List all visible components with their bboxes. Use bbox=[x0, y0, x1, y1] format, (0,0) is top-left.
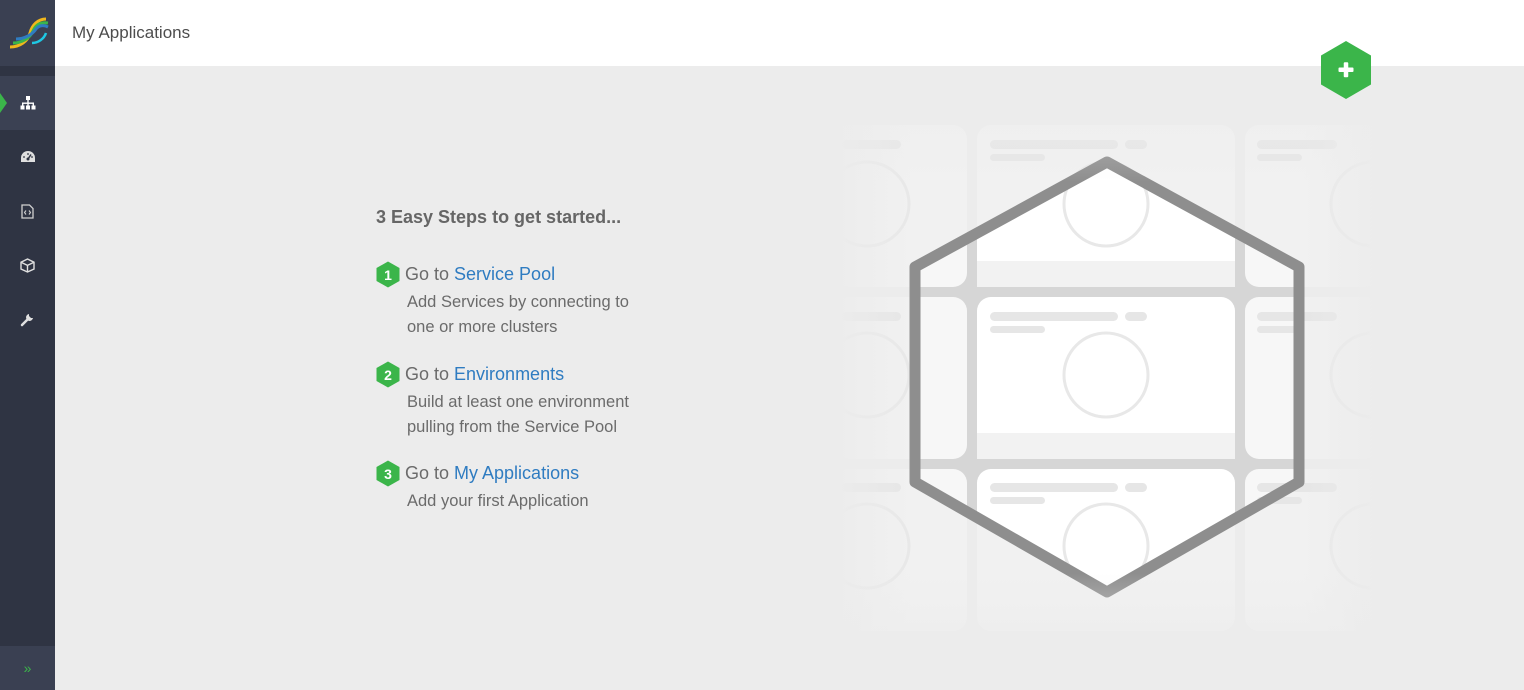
empty-state-illustration bbox=[823, 120, 1417, 635]
step-description: Add your first Application bbox=[407, 492, 589, 510]
code-file-icon bbox=[21, 203, 34, 219]
nav-item-dashboard[interactable] bbox=[0, 130, 55, 184]
step-number-badge: 2 bbox=[376, 361, 400, 388]
steps-heading: 3 Easy Steps to get started... bbox=[376, 207, 622, 227]
add-application-button[interactable] bbox=[1320, 40, 1372, 100]
page-title: My Applications bbox=[72, 23, 191, 42]
double-chevron-right-icon: » bbox=[23, 660, 32, 676]
nav-item-packages[interactable] bbox=[0, 238, 55, 292]
step-description: pulling from the Service Pool bbox=[407, 418, 618, 436]
step-description: one or more clusters bbox=[407, 318, 558, 336]
logo-icon[interactable] bbox=[0, 0, 55, 66]
step-prefix: Go to bbox=[405, 364, 450, 384]
dashboard-icon bbox=[20, 151, 35, 162]
step-prefix: Go to bbox=[405, 463, 450, 483]
step-number-badge: 1 bbox=[376, 261, 400, 288]
sidebar: » bbox=[0, 0, 55, 690]
environments-link[interactable]: Environments bbox=[454, 364, 564, 385]
step-2: 2 Go to Environments Build at least one … bbox=[376, 361, 696, 440]
my-applications-link[interactable]: My Applications bbox=[454, 463, 579, 484]
nav-item-tools[interactable] bbox=[0, 292, 55, 346]
wrench-icon bbox=[20, 313, 33, 326]
nav-item-applications[interactable] bbox=[0, 76, 55, 130]
getting-started-steps: 3 Easy Steps to get started... 1 Go to S… bbox=[376, 207, 629, 510]
sidebar-collapse-button[interactable]: » bbox=[0, 646, 55, 690]
service-pool-link[interactable]: Service Pool bbox=[454, 264, 555, 285]
step-1: 1 Go to Service Pool Add Services by con… bbox=[376, 261, 696, 340]
step-number-badge: 3 bbox=[376, 460, 400, 487]
header: My Applications bbox=[55, 0, 1524, 66]
package-icon bbox=[20, 257, 35, 273]
step-description: Build at least one environment bbox=[407, 393, 629, 411]
step-3: 3 Go to My Applications Add your first A… bbox=[376, 460, 696, 514]
plus-icon bbox=[1321, 41, 1371, 99]
step-description: Add Services by connecting to bbox=[407, 293, 629, 311]
nav-item-code[interactable] bbox=[0, 184, 55, 238]
sitemap-icon bbox=[20, 96, 35, 110]
step-prefix: Go to bbox=[405, 264, 450, 284]
